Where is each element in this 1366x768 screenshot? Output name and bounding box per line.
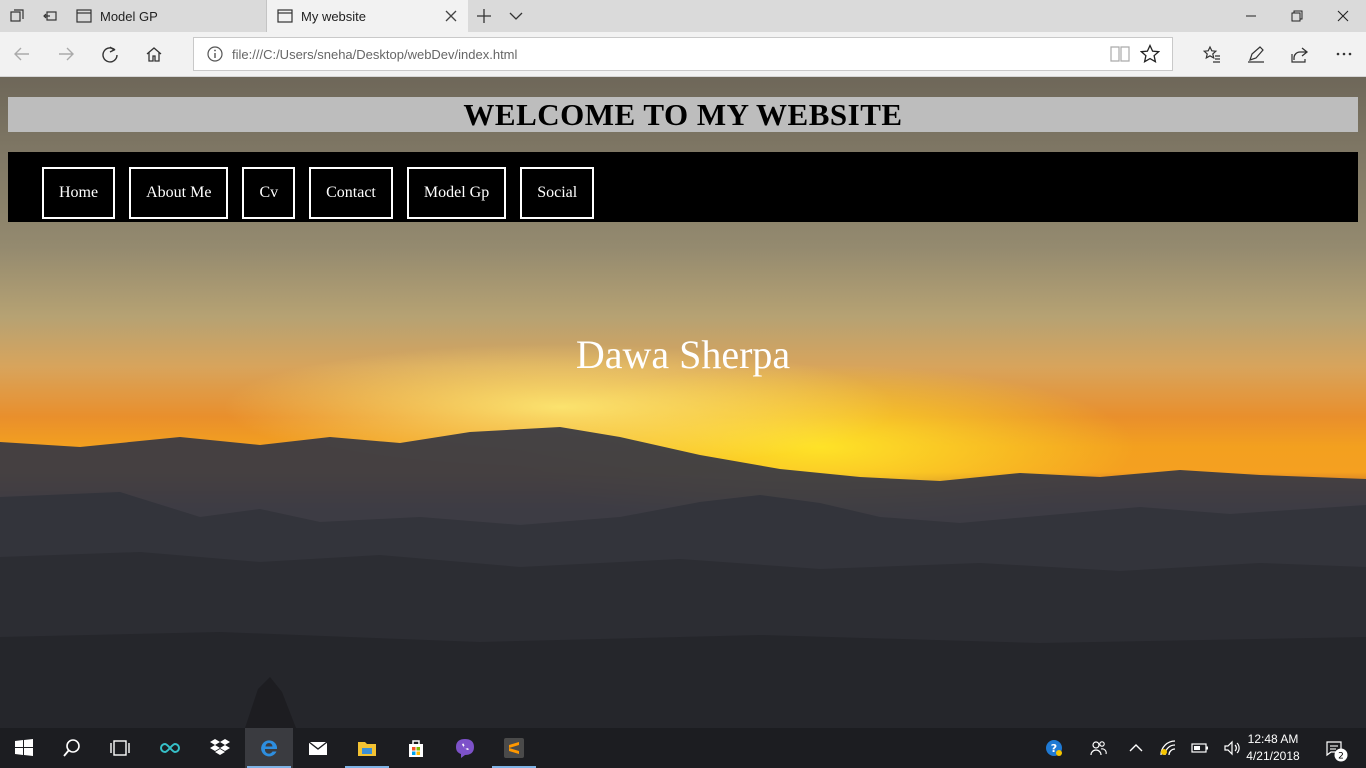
- url-text[interactable]: file:///C:/Users/sneha/Desktop/webDev/in…: [232, 47, 517, 62]
- site-header: WELCOME TO MY WEBSITE: [8, 97, 1358, 132]
- wifi-icon[interactable]: [1152, 728, 1184, 768]
- tab-title: Model GP: [100, 8, 158, 24]
- more-menu-button[interactable]: [1328, 40, 1360, 68]
- chevron-up-icon[interactable]: [1120, 728, 1152, 768]
- refresh-button[interactable]: [94, 40, 126, 68]
- infinity-app-icon[interactable]: [146, 728, 194, 768]
- tab-title: My website: [301, 8, 367, 24]
- file-explorer-icon[interactable]: [343, 728, 391, 768]
- clock-date: 4/21/2018: [1246, 749, 1300, 763]
- windows-start-icon[interactable]: [0, 728, 48, 768]
- info-icon[interactable]: [206, 45, 224, 63]
- arrow-left-icon: [14, 47, 29, 61]
- share-button[interactable]: [1284, 40, 1316, 68]
- browser-toolbar: file:///C:/Users/sneha/Desktop/webDev/in…: [0, 32, 1366, 77]
- close-window-button[interactable]: [1320, 0, 1366, 32]
- search-icon[interactable]: [48, 728, 96, 768]
- notification-count: 2: [1338, 752, 1344, 762]
- hero-name: Dawa Sherpa: [575, 332, 791, 377]
- nav-link-home[interactable]: Home: [42, 167, 116, 219]
- restore-icon: [1291, 10, 1303, 22]
- favorites-hub-button[interactable]: [1196, 40, 1228, 68]
- favorites-icon: [1203, 45, 1220, 63]
- battery-icon[interactable]: [1184, 728, 1216, 768]
- notification-count-badge: 2: [1334, 748, 1348, 767]
- mail-icon[interactable]: [294, 728, 342, 768]
- nav-link-social[interactable]: Social: [520, 167, 595, 219]
- home-icon: [146, 47, 162, 62]
- help-icon[interactable]: ?: [1038, 728, 1070, 768]
- nav-link-contact[interactable]: Contact: [309, 167, 393, 219]
- address-bar[interactable]: file:///C:/Users/sneha/Desktop/webDev/in…: [193, 37, 1173, 71]
- dropbox-icon[interactable]: [196, 728, 244, 768]
- back-button[interactable]: [6, 40, 38, 68]
- task-view-icon[interactable]: [96, 728, 144, 768]
- page-icon: [76, 9, 92, 23]
- tab-set-aside-icon[interactable]: [0, 0, 33, 32]
- taskbar: ? 12:48 AM 4/21/2018: [0, 728, 1366, 768]
- nav-link-model-gp[interactable]: Model Gp: [406, 167, 507, 219]
- tab-strip: Model GP My website: [0, 0, 1366, 32]
- pen-icon: [1248, 46, 1264, 63]
- new-tab-button[interactable]: [468, 0, 500, 32]
- clock-time: 12:48 AM: [1247, 732, 1299, 746]
- plus-icon: [477, 9, 491, 23]
- nav-link-about-me[interactable]: About Me: [129, 167, 229, 219]
- store-icon[interactable]: [392, 728, 440, 768]
- more-icon: [1336, 52, 1352, 56]
- nav-link-cv[interactable]: Cv: [242, 167, 296, 219]
- web-page: WELCOME TO MY WEBSITE Home About Me Cv C…: [0, 77, 1366, 728]
- tab-my-website[interactable]: My website: [267, 0, 468, 32]
- sublime-text-icon[interactable]: [490, 728, 538, 768]
- star-icon[interactable]: [1140, 44, 1160, 64]
- close-tab-icon[interactable]: [444, 9, 458, 23]
- minimize-button[interactable]: [1228, 0, 1274, 32]
- close-icon: [1337, 10, 1349, 22]
- arrow-right-icon: [59, 47, 74, 61]
- reading-view-icon[interactable]: [1110, 45, 1130, 63]
- restore-button[interactable]: [1274, 0, 1320, 32]
- refresh-icon: [102, 46, 118, 63]
- people-icon[interactable]: [1082, 728, 1114, 768]
- viber-icon[interactable]: [441, 728, 489, 768]
- forward-button[interactable]: [50, 40, 82, 68]
- page-icon: [277, 9, 293, 23]
- chevron-down-icon: [509, 12, 523, 20]
- web-note-button[interactable]: [1240, 40, 1272, 68]
- edge-icon[interactable]: [245, 728, 293, 768]
- share-icon: [1291, 47, 1309, 63]
- tab-model-gp[interactable]: Model GP: [66, 0, 267, 32]
- site-nav: Home About Me Cv Contact Model Gp Social: [8, 152, 1358, 222]
- tab-restore-icon[interactable]: [33, 0, 66, 32]
- site-title: WELCOME TO MY WEBSITE: [463, 96, 903, 132]
- tab-preview-button[interactable]: [500, 0, 532, 32]
- home-button[interactable]: [138, 40, 170, 68]
- clock[interactable]: 12:48 AM 4/21/2018: [1238, 731, 1308, 765]
- minimize-icon: [1246, 15, 1256, 17]
